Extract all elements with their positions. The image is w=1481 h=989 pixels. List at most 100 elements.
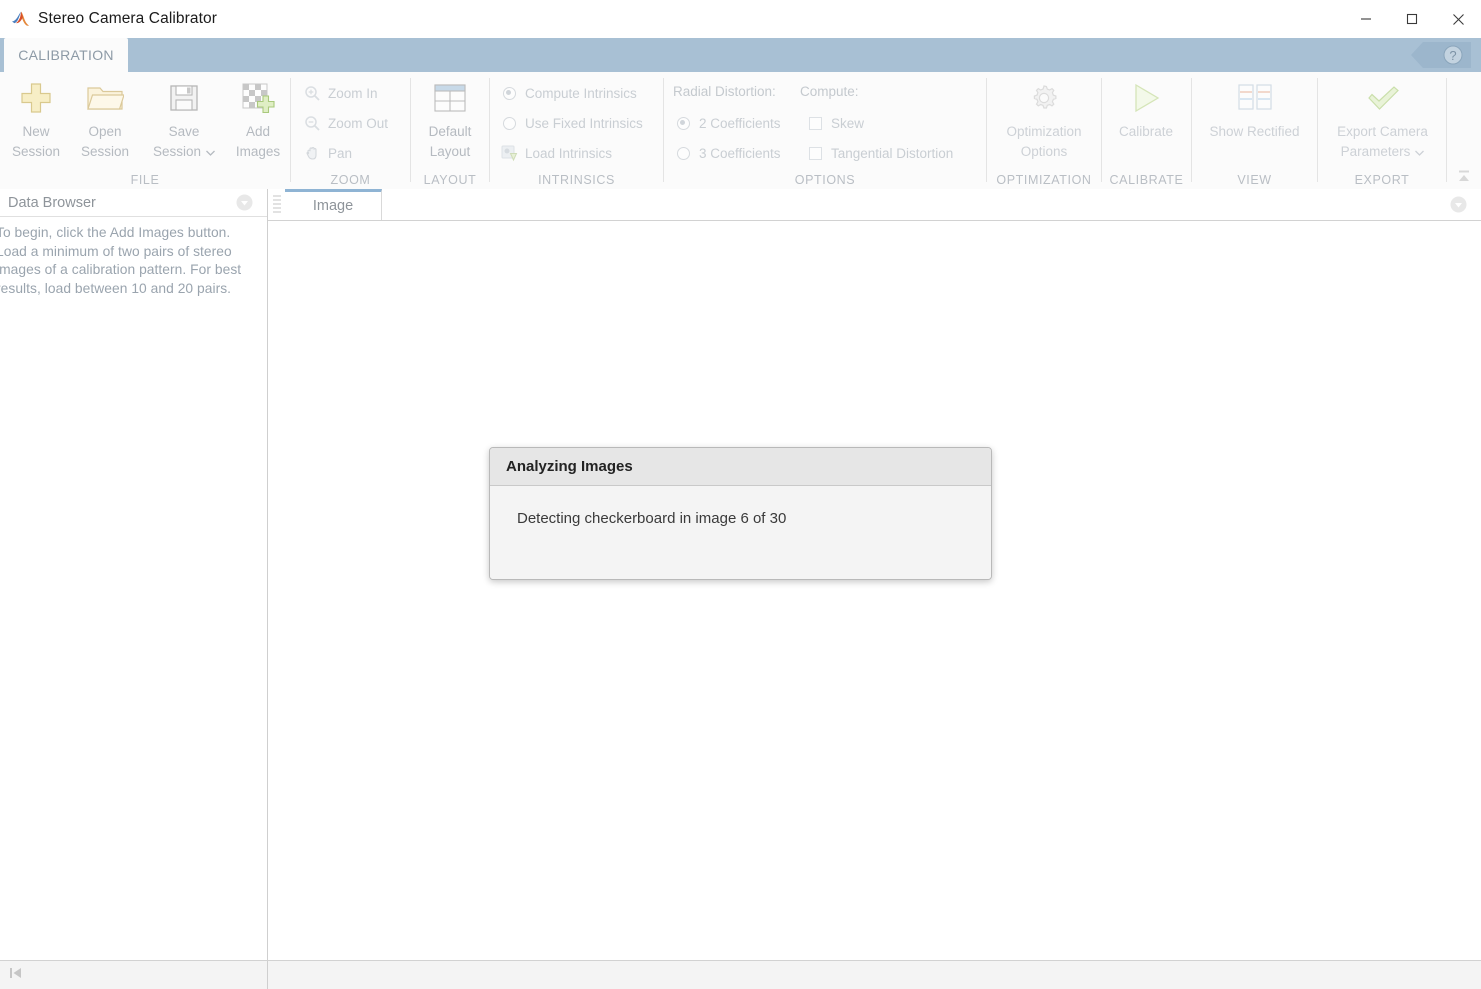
export-camera-parameters-label-line1: Export Camera — [1337, 124, 1428, 139]
optimization-options-label-line1: Optimization — [1006, 124, 1082, 139]
ribbon-group-view: Show Rectified VIEW — [1192, 72, 1317, 188]
chevron-down-icon[interactable] — [1415, 142, 1425, 162]
default-layout-button[interactable]: Default Layout — [416, 76, 484, 162]
collapse-left-icon[interactable] — [7, 964, 25, 987]
panel-dropdown-icon[interactable] — [1450, 196, 1467, 213]
default-layout-label-line2: Layout — [429, 144, 471, 159]
ribbon: New Session Open Session Save Session Ad… — [0, 72, 1481, 190]
add-images-button[interactable]: Add Images — [224, 76, 292, 162]
new-session-button[interactable]: New Session — [2, 76, 70, 162]
panel-dropdown-icon[interactable] — [236, 194, 253, 211]
ribbon-group-file: New Session Open Session Save Session Ad… — [0, 72, 290, 188]
ribbon-group-options: Radial Distortion: Compute: 2 Coefficien… — [664, 72, 986, 188]
gear-icon — [996, 76, 1092, 120]
status-bar-left — [0, 961, 268, 989]
minimize-button[interactable] — [1343, 0, 1389, 38]
compute-header: Compute: — [800, 84, 859, 99]
radio-unselected-icon — [672, 142, 694, 164]
layout-grid-icon — [416, 76, 484, 120]
checkbox-icon — [804, 142, 826, 164]
ribbon-group-optimization: Optimization Options OPTIMIZATION — [987, 72, 1101, 188]
maximize-button[interactable] — [1389, 0, 1435, 38]
rectified-pair-icon — [1197, 76, 1312, 120]
calibrate-label-line1: Calibrate — [1118, 124, 1174, 139]
export-camera-parameters-button[interactable]: Export Camera Parameters — [1325, 76, 1440, 162]
two-coefficients-label: 2 Coefficients — [699, 115, 781, 131]
ribbon-group-file-label: FILE — [130, 173, 160, 187]
add-images-label-line1: Add — [245, 124, 271, 139]
ribbon-group-export: Export Camera Parameters EXPORT — [1318, 72, 1446, 188]
pan-label: Pan — [328, 145, 353, 161]
ribbon-separator — [1446, 78, 1447, 182]
load-intrinsics-icon — [498, 142, 520, 164]
load-intrinsics-button[interactable]: Load Intrinsics — [498, 140, 612, 166]
calibrate-button[interactable]: Calibrate — [1112, 76, 1180, 142]
pan-button[interactable]: Pan — [301, 140, 352, 166]
tab-calibration[interactable]: CALIBRATION — [4, 38, 128, 72]
magnifier-minus-icon — [301, 112, 323, 134]
tab-calibration-label: CALIBRATION — [18, 47, 114, 63]
hand-icon — [301, 142, 323, 164]
dialog-header: Analyzing Images — [490, 448, 991, 486]
collapse-ribbon-icon[interactable] — [1453, 165, 1475, 187]
stereo-camera-calibrator-window: Stereo Camera Calibrator CALIBRATION ? N… — [0, 0, 1481, 989]
ribbon-group-intrinsics: Compute Intrinsics Use Fixed Intrinsics — [490, 72, 663, 188]
magnifier-plus-icon — [301, 82, 323, 104]
plus-icon — [2, 76, 70, 120]
radio-unselected-icon — [498, 112, 520, 134]
ribbon-group-intrinsics-label: INTRINSICS — [538, 173, 615, 187]
data-browser-header: Data Browser — [0, 189, 267, 217]
image-canvas[interactable] — [268, 221, 1481, 961]
new-session-label-line2: Session — [11, 144, 61, 159]
ribbon-tab-strip: CALIBRATION ? — [0, 38, 1481, 72]
tab-image[interactable]: Image — [285, 189, 382, 220]
svg-text:?: ? — [1449, 48, 1456, 63]
ribbon-group-zoom-label: ZOOM — [330, 173, 371, 187]
zoom-in-button[interactable]: Zoom In — [301, 80, 378, 106]
dialog-message: Detecting checkerboard in image 6 of 30 — [517, 510, 787, 527]
window-title: Stereo Camera Calibrator — [38, 10, 217, 27]
data-browser-hint: To begin, click the Add Images button. L… — [0, 225, 242, 296]
ribbon-group-layout-label: LAYOUT — [423, 173, 477, 187]
show-rectified-button[interactable]: Show Rectified — [1197, 76, 1312, 142]
status-bar — [0, 960, 1481, 989]
new-session-label-line1: New — [22, 124, 50, 139]
dialog-body: Detecting checkerboard in image 6 of 30 — [490, 486, 991, 579]
add-images-label-line2: Images — [235, 144, 281, 159]
compute-intrinsics-label: Compute Intrinsics — [525, 85, 637, 101]
open-session-button[interactable]: Open Session — [71, 76, 139, 162]
close-button[interactable] — [1435, 0, 1481, 38]
three-coefficients-label: 3 Coefficients — [699, 145, 781, 161]
play-triangle-icon — [1112, 76, 1180, 120]
default-layout-label-line1: Default — [428, 124, 472, 139]
open-session-label-line1: Open — [88, 124, 122, 139]
drag-grip-icon[interactable] — [273, 195, 281, 213]
show-rectified-label-line1: Show Rectified — [1209, 124, 1300, 139]
green-check-icon — [1325, 76, 1440, 120]
title-bar: Stereo Camera Calibrator — [0, 0, 1481, 38]
analyzing-images-dialog: Analyzing Images Detecting checkerboard … — [489, 447, 992, 580]
use-fixed-intrinsics-label: Use Fixed Intrinsics — [525, 115, 643, 131]
open-session-label-line2: Session — [80, 144, 130, 159]
zoom-out-label: Zoom Out — [328, 115, 389, 131]
save-session-button[interactable]: Save Session — [146, 76, 222, 162]
two-coefficients-radio[interactable]: 2 Coefficients — [672, 110, 781, 136]
use-fixed-intrinsics-radio[interactable]: Use Fixed Intrinsics — [498, 110, 643, 136]
radio-selected-icon — [672, 112, 694, 134]
zoom-out-button[interactable]: Zoom Out — [301, 110, 388, 136]
ribbon-group-calibrate-label: CALIBRATE — [1109, 173, 1184, 187]
floppy-disk-icon — [146, 76, 222, 120]
skew-checkbox[interactable]: Skew — [804, 110, 864, 136]
optimization-options-button[interactable]: Optimization Options — [996, 76, 1092, 162]
compute-intrinsics-radio[interactable]: Compute Intrinsics — [498, 80, 637, 106]
window-controls — [1343, 0, 1481, 38]
tangential-distortion-checkbox[interactable]: Tangential Distortion — [804, 140, 953, 166]
ribbon-group-zoom: Zoom In Zoom Out Pan ZOOM — [291, 72, 410, 188]
three-coefficients-radio[interactable]: 3 Coefficients — [672, 140, 781, 166]
matlab-logo-icon — [10, 8, 32, 30]
chevron-down-icon[interactable] — [206, 142, 215, 162]
data-browser-panel: Data Browser To begin, click the Add Ima… — [0, 189, 268, 960]
help-question-icon[interactable]: ? — [1409, 42, 1471, 68]
checkerboard-plus-icon — [224, 76, 292, 120]
radio-selected-icon — [498, 82, 520, 104]
